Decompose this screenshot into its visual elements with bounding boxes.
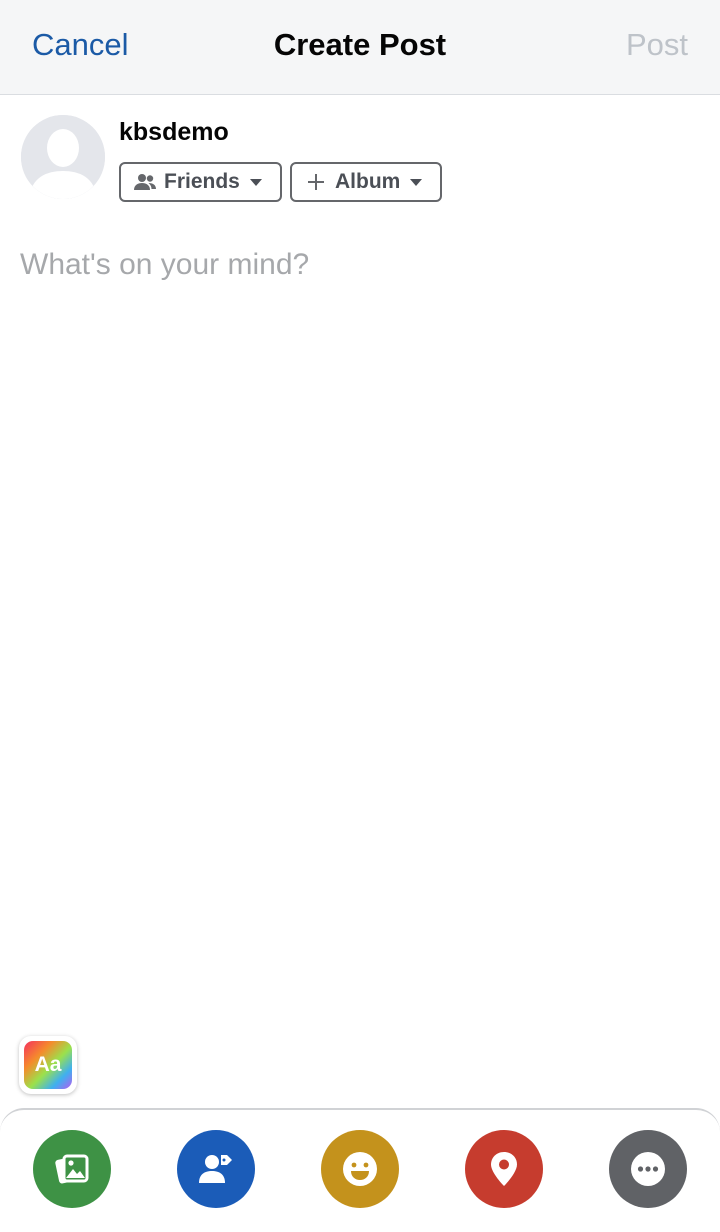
- smiley-icon: [343, 1152, 377, 1186]
- post-text-input[interactable]: [20, 240, 700, 1000]
- cancel-button[interactable]: Cancel: [32, 26, 129, 64]
- friends-icon: [133, 170, 157, 194]
- album-selector-button[interactable]: Album: [290, 162, 442, 202]
- create-post-screen: Cancel Create Post Post kbsdemo Friends: [0, 0, 720, 1232]
- top-nav-bar: Cancel Create Post Post: [0, 0, 720, 95]
- chevron-down-icon: [408, 174, 424, 190]
- more-dots-icon: [631, 1152, 665, 1186]
- text-style-label: Aa: [24, 1041, 72, 1089]
- tag-people-button[interactable]: [177, 1130, 255, 1208]
- feeling-activity-button[interactable]: [321, 1130, 399, 1208]
- audience-selector-button[interactable]: Friends: [119, 162, 282, 202]
- post-button[interactable]: Post: [626, 26, 688, 64]
- photo-button[interactable]: [33, 1130, 111, 1208]
- audience-label: Friends: [164, 170, 240, 193]
- username: kbsdemo: [119, 118, 229, 146]
- plus-icon: [304, 170, 328, 194]
- tag-person-icon: [199, 1155, 232, 1183]
- default-avatar-icon: [21, 115, 105, 199]
- avatar: [21, 115, 105, 199]
- photo-gallery-icon: [55, 1154, 89, 1184]
- more-options-button[interactable]: [609, 1130, 687, 1208]
- chevron-down-icon: [248, 174, 264, 190]
- check-in-button[interactable]: [465, 1130, 543, 1208]
- album-label: Album: [335, 170, 401, 193]
- location-pin-icon: [491, 1152, 517, 1186]
- text-style-button[interactable]: Aa: [19, 1036, 77, 1094]
